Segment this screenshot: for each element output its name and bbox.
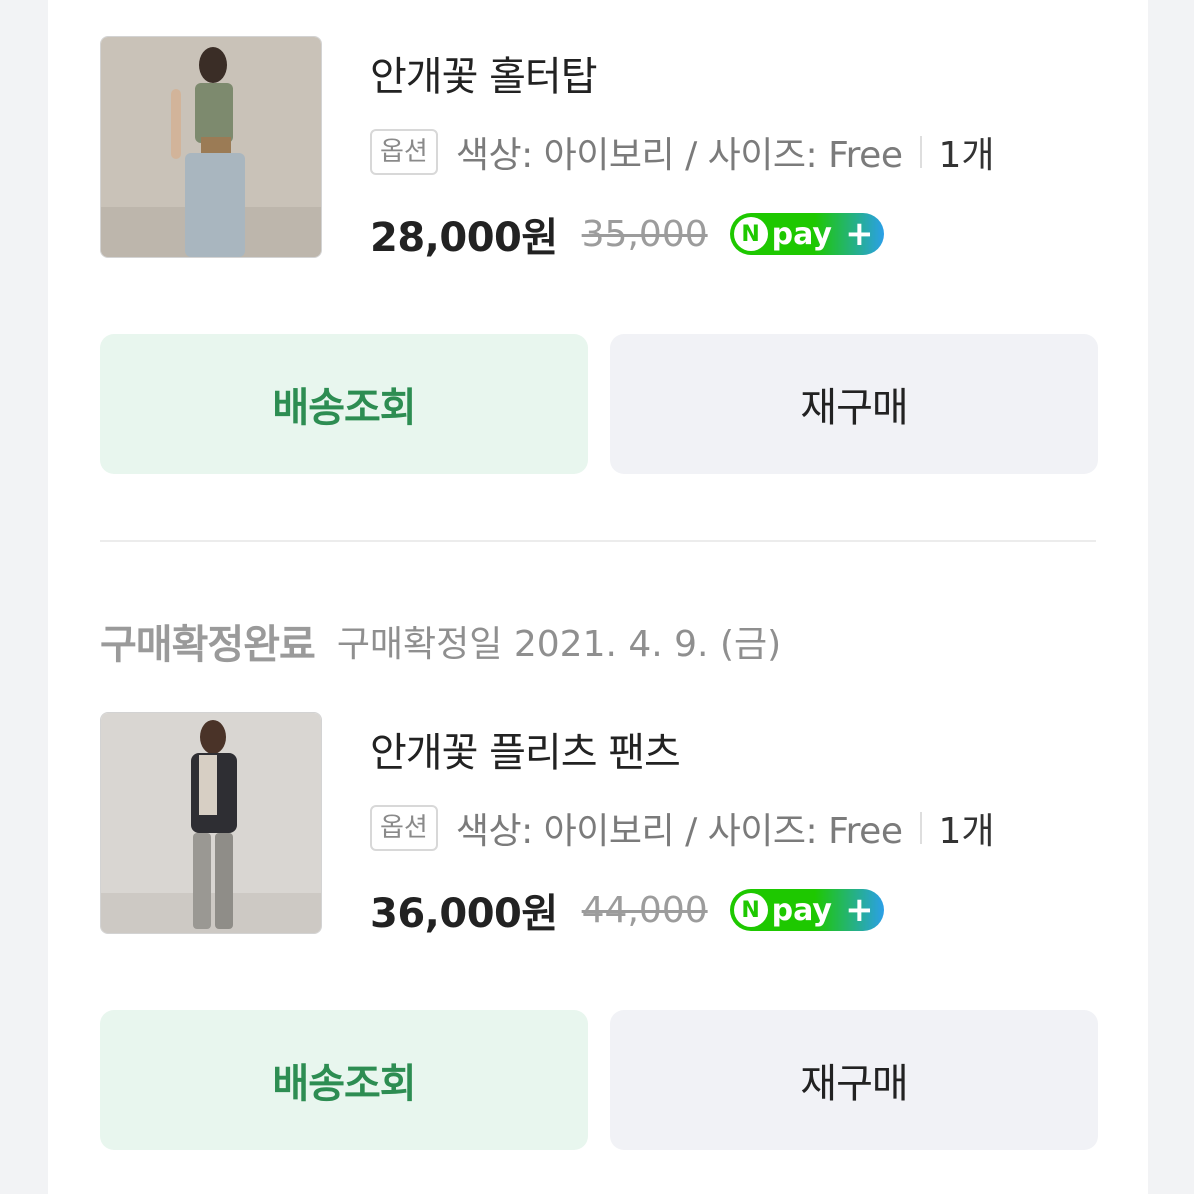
price-row: 36,000원 44,000 N pay + (370, 882, 884, 938)
npay-n-icon: N (733, 893, 768, 927)
option-badge: 옵션 (370, 129, 438, 175)
sale-price: 28,000원 (370, 215, 558, 261)
confirm-date: 구매확정일 2021. 4. 9. (금) (336, 624, 782, 665)
product-name[interactable]: 안개꽃 홀터탑 (370, 44, 598, 102)
order-status-row: 구매확정완료 구매확정일 2021. 4. 9. (금) (100, 610, 781, 672)
npay-label: pay (771, 892, 832, 928)
plus-icon: + (845, 214, 874, 254)
original-price: 44,000 (581, 889, 708, 931)
rebuy-button[interactable]: 재구매 (610, 1010, 1098, 1150)
quantity: 1개 (938, 811, 995, 852)
original-price: 35,000 (581, 213, 708, 255)
product-thumbnail[interactable] (100, 712, 322, 934)
track-delivery-button[interactable]: 배송조회 (100, 334, 588, 474)
option-row: 옵션 색상: 아이보리 / 사이즈: Free 1개 (370, 124, 995, 180)
option-separator (920, 136, 923, 168)
option-text: 색상: 아이보리 / 사이즈: Free (455, 135, 903, 176)
sale-price: 36,000원 (370, 891, 558, 937)
plus-icon: + (845, 890, 874, 930)
option-text: 색상: 아이보리 / 사이즈: Free (455, 811, 903, 852)
option-badge: 옵션 (370, 805, 438, 851)
product-thumbnail[interactable] (100, 36, 322, 258)
order-divider (100, 540, 1096, 542)
price-row: 28,000원 35,000 N pay + (370, 206, 884, 262)
option-separator (920, 812, 923, 844)
npay-label: pay (771, 216, 832, 252)
rebuy-button[interactable]: 재구매 (610, 334, 1098, 474)
npay-plus-badge: N pay + (729, 213, 884, 255)
product-name[interactable]: 안개꽃 플리츠 팬츠 (370, 720, 681, 778)
option-row: 옵션 색상: 아이보리 / 사이즈: Free 1개 (370, 800, 995, 856)
quantity: 1개 (938, 135, 995, 176)
npay-n-icon: N (733, 217, 768, 251)
npay-plus-badge: N pay + (729, 889, 884, 931)
track-delivery-button[interactable]: 배송조회 (100, 1010, 588, 1150)
order-status: 구매확정완료 (100, 622, 316, 668)
